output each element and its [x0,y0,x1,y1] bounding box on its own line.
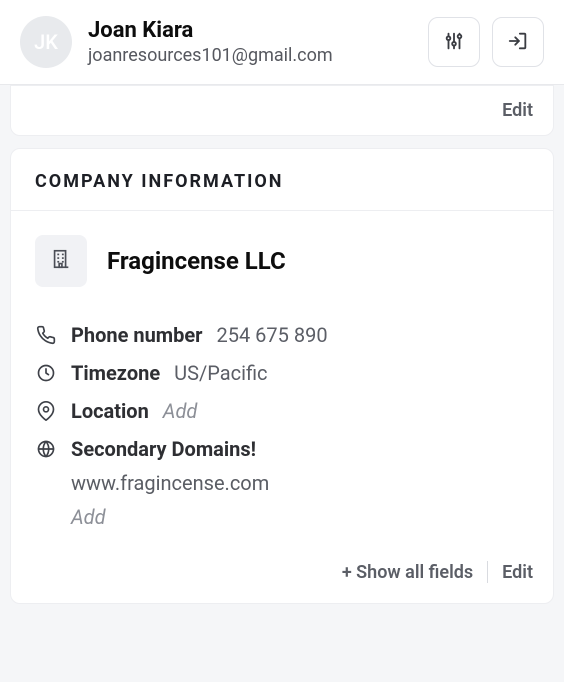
globe-icon [35,439,57,459]
contact-header: JK Joan Kiara joanresources101@gmail.com [0,0,564,85]
enter-icon [507,30,529,55]
field-phone: Phone number 254 675 890 [35,323,529,347]
user-name: Joan Kiara [88,18,428,43]
field-label: Secondary Domains! [71,437,256,461]
field-location: Location Add [35,399,529,423]
divider [487,561,488,583]
edit-button[interactable]: Edit [502,562,533,583]
field-label: Phone number [71,323,202,347]
field-domains: Secondary Domains! [35,437,529,461]
company-name: Fragincense LLC [107,247,286,275]
previous-card-footer: Edit [10,85,554,136]
header-actions [428,17,544,67]
domain-value: www.fragincense.com [71,471,529,495]
company-row: Fragincense LLC [35,235,529,287]
user-info: Joan Kiara joanresources101@gmail.com [88,18,428,66]
phone-icon [35,325,57,345]
domain-values: www.fragincense.com Add [71,471,529,529]
field-value: 254 675 890 [216,323,327,347]
add-domain-button[interactable]: Add [71,505,529,529]
field-label: Timezone [71,361,160,385]
avatar-initials: JK [34,30,58,54]
building-icon [50,248,72,274]
card-header: COMPANY INFORMATION [11,149,553,211]
field-value: US/Pacific [174,361,267,385]
card-title: COMPANY INFORMATION [35,171,529,192]
card-body: Fragincense LLC Phone number 254 675 890… [11,211,553,549]
settings-button[interactable] [428,17,480,67]
show-all-fields-button[interactable]: + Show all fields [342,562,473,583]
company-icon-box [35,235,87,287]
avatar[interactable]: JK [20,16,72,68]
field-label: Location [71,399,149,423]
clock-icon [35,363,57,383]
edit-button[interactable]: Edit [502,100,533,121]
field-timezone: Timezone US/Pacific [35,361,529,385]
open-button[interactable] [492,17,544,67]
add-location-button[interactable]: Add [163,399,198,423]
company-info-card: COMPANY INFORMATION [10,148,554,604]
sliders-icon [443,30,465,55]
user-email: joanresources101@gmail.com [88,45,428,66]
card-footer: + Show all fields Edit [11,549,553,603]
pin-icon [35,401,57,421]
